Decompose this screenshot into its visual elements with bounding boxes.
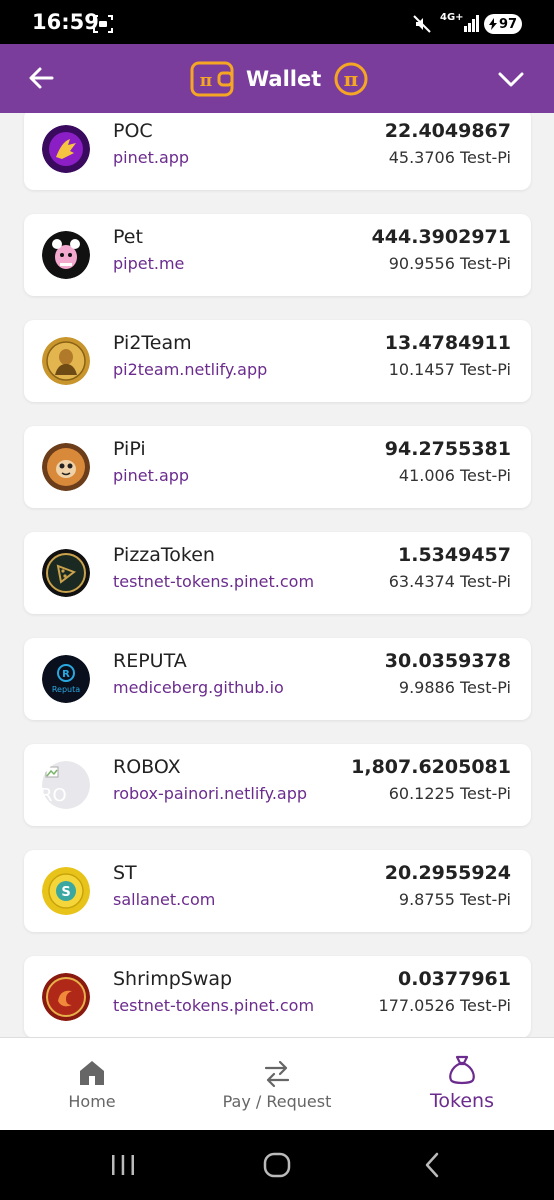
token-card-pipi[interactable]: PiPi pinet.app 94.2755381 41.006 Test-Pi [24, 426, 531, 508]
token-domain-link[interactable]: testnet-tokens.pinet.com [113, 572, 314, 591]
token-name: Pet [113, 226, 143, 248]
bottom-navigation: Home Pay / Request Tokens [0, 1037, 554, 1131]
token-balance: 0.0377961 [398, 968, 511, 990]
token-balance: 444.3902971 [371, 226, 511, 248]
token-domain-link[interactable]: pi2team.netlify.app [113, 360, 267, 379]
token-balance: 1,807.6205081 [351, 756, 511, 778]
svg-text:π: π [200, 71, 212, 91]
token-card-robox[interactable]: RO ROBOX robox-painori.netlify.app 1,807… [24, 744, 531, 826]
token-domain-link[interactable]: mediceberg.github.io [113, 678, 284, 697]
token-card-pi2team[interactable]: Pi2Team pi2team.netlify.app 13.4784911 1… [24, 320, 531, 402]
token-value: 177.0526 Test-Pi [378, 996, 511, 1015]
token-domain-link[interactable]: pinet.app [113, 466, 189, 485]
token-name: ROBOX [113, 756, 181, 778]
token-domain-link[interactable]: pinet.app [113, 148, 189, 167]
mute-icon [413, 15, 431, 33]
shrimpswap-token-logo [42, 973, 90, 1021]
signal-icon [464, 15, 479, 32]
token-balance: 13.4784911 [384, 332, 511, 354]
token-name: ShrimpSwap [113, 968, 233, 990]
pi-coin-icon: π [334, 62, 368, 96]
token-value: 60.1225 Test-Pi [388, 784, 511, 803]
token-card-shrimpswap[interactable]: ShrimpSwap testnet-tokens.pinet.com 0.03… [24, 956, 531, 1037]
wallet-icon: π [190, 61, 234, 97]
nav-tokens[interactable]: Tokens [420, 1038, 504, 1131]
svg-text:π: π [344, 67, 359, 91]
home-circle-icon[interactable] [262, 1150, 292, 1180]
token-domain-link[interactable]: testnet-tokens.pinet.com [113, 996, 314, 1015]
token-name: REPUTA [113, 650, 187, 672]
nav-tokens-label: Tokens [430, 1090, 494, 1112]
nav-pay-label: Pay / Request [222, 1092, 332, 1111]
st-logo-text: S [61, 885, 70, 900]
reputa-logo-text: Reputa [52, 685, 80, 694]
battery-indicator: 97 [484, 14, 522, 34]
token-card-reputa[interactable]: R Reputa REPUTA mediceberg.github.io 30.… [24, 638, 531, 720]
token-value: 9.8755 Test-Pi [398, 890, 511, 909]
robox-logo-text: RO [42, 785, 67, 806]
token-value: 9.9886 Test-Pi [398, 678, 511, 697]
token-balance: 30.0359378 [384, 650, 511, 672]
token-name: PiPi [113, 438, 146, 460]
poc-token-logo [42, 125, 90, 173]
token-name: POC [113, 120, 153, 142]
nav-home-label: Home [68, 1092, 116, 1111]
token-list[interactable]: POC pinet.app 22.4049867 45.3706 Test-Pi… [0, 113, 554, 1037]
status-time: 16:59 [32, 10, 99, 34]
battery-level: 97 [498, 16, 518, 32]
pizzatoken-token-logo [42, 549, 90, 597]
money-bag-icon [449, 1055, 475, 1085]
token-card-pizzatoken[interactable]: PizzaToken testnet-tokens.pinet.com 1.53… [24, 532, 531, 614]
st-token-logo: S [42, 867, 90, 915]
token-balance: 22.4049867 [384, 120, 511, 142]
token-balance: 20.2955924 [384, 862, 511, 884]
status-bar: 16:59 4G+ 97 [0, 0, 554, 44]
charging-icon [488, 18, 497, 30]
token-name: PizzaToken [113, 544, 215, 566]
token-domain-link[interactable]: sallanet.com [113, 890, 215, 909]
token-balance: 1.5349457 [398, 544, 511, 566]
token-card-st[interactable]: S ST sallanet.com 20.2955924 9.8755 Test… [24, 850, 531, 932]
token-value: 41.006 Test-Pi [398, 466, 511, 485]
token-name: ST [113, 862, 137, 884]
system-navigation-bar [0, 1130, 554, 1200]
home-icon [80, 1061, 104, 1085]
reputa-token-logo: R Reputa [42, 655, 90, 703]
pipi-token-logo [42, 443, 90, 491]
back-arrow-icon[interactable] [24, 60, 60, 96]
token-value: 10.1457 Test-Pi [388, 360, 511, 379]
token-value: 45.3706 Test-Pi [388, 148, 511, 167]
token-card-pet[interactable]: Pet pipet.me 444.3902971 90.9556 Test-Pi [24, 214, 531, 296]
token-value: 63.4374 Test-Pi [388, 572, 511, 591]
page-title: Wallet [246, 67, 322, 91]
back-chevron-icon[interactable] [418, 1150, 448, 1180]
nav-home[interactable]: Home [52, 1038, 132, 1131]
token-name: Pi2Team [113, 332, 192, 354]
token-domain-link[interactable]: pipet.me [113, 254, 184, 273]
recent-apps-icon[interactable] [108, 1150, 138, 1180]
network-type-label: 4G+ [440, 12, 464, 23]
token-card-poc[interactable]: POC pinet.app 22.4049867 45.3706 Test-Pi [24, 113, 531, 190]
app-header: π Wallet π [0, 44, 554, 113]
token-balance: 94.2755381 [384, 438, 511, 460]
header-title-group: π Wallet π [190, 54, 369, 104]
pet-token-logo [42, 231, 90, 279]
token-domain-link[interactable]: robox-painori.netlify.app [113, 784, 307, 803]
pi2team-token-logo [42, 337, 90, 385]
swap-arrows-icon [264, 1060, 290, 1088]
chevron-down-icon[interactable] [494, 62, 528, 96]
screenshot-icon [93, 15, 113, 33]
svg-text:R: R [62, 669, 70, 680]
token-value: 90.9556 Test-Pi [388, 254, 511, 273]
nav-pay-request[interactable]: Pay / Request [210, 1038, 344, 1131]
robox-token-logo: RO [42, 761, 90, 809]
